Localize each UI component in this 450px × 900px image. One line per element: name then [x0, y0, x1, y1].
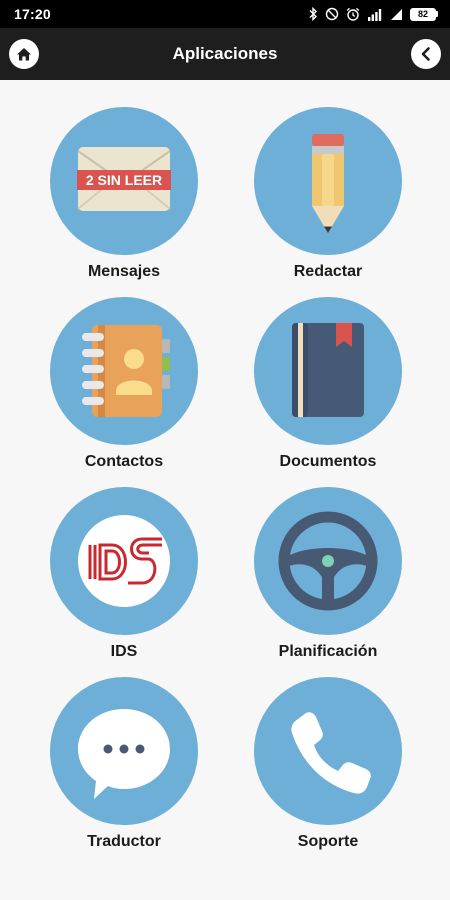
- envelope-icon: 2 SIN LEER: [77, 147, 171, 211]
- ids-logo-icon: [78, 515, 170, 607]
- icon-circle: [50, 297, 198, 445]
- app-tile-redactar[interactable]: Redactar: [228, 80, 428, 280]
- icon-circle: 2 SIN LEER: [50, 107, 198, 255]
- back-button[interactable]: [411, 39, 441, 69]
- icon-circle: [254, 487, 402, 635]
- battery-icon: 82: [410, 7, 438, 21]
- status-bar: 17:20 82: [0, 0, 450, 28]
- home-icon: [17, 48, 31, 61]
- pencil-icon: [312, 134, 344, 233]
- address-book-icon: [82, 325, 170, 417]
- app-tile-traductor[interactable]: Traductor: [24, 650, 224, 850]
- icon-circle: [50, 677, 198, 825]
- chevron-left-icon: [421, 47, 430, 61]
- no-disturb-icon: [325, 7, 339, 21]
- chat-bubble-icon: [78, 709, 170, 799]
- app-tile-contactos[interactable]: Contactos: [24, 270, 224, 470]
- icon-circle: [254, 677, 402, 825]
- app-bar: Aplicaciones: [0, 28, 450, 80]
- app-label: Traductor: [87, 833, 161, 850]
- app-tile-mensajes[interactable]: 2 SIN LEER Mensajes: [24, 80, 224, 280]
- status-icons: 82: [308, 7, 438, 21]
- app-label: Soporte: [297, 833, 359, 850]
- icon-circle: [254, 107, 402, 255]
- bluetooth-icon: [309, 7, 317, 21]
- icon-circle: [254, 297, 402, 445]
- icon-circle: [50, 487, 198, 635]
- app-tile-soporte[interactable]: Soporte: [228, 650, 428, 850]
- status-time: 17:20: [14, 6, 51, 22]
- unread-badge: 2 SIN LEER: [86, 172, 162, 188]
- steering-wheel-icon: [278, 511, 378, 611]
- app-tile-documentos[interactable]: Documentos: [228, 270, 428, 470]
- signal-icon: [368, 8, 382, 21]
- alarm-icon: [346, 7, 360, 21]
- page-title: Aplicaciones: [172, 44, 278, 63]
- notebook-icon: [292, 323, 364, 417]
- app-tile-planificacion[interactable]: Planificación: [228, 460, 428, 660]
- home-button[interactable]: [9, 39, 39, 69]
- signal-icon-2: [391, 8, 402, 20]
- battery-level: 82: [417, 8, 428, 19]
- app-tile-ids[interactable]: IDS: [24, 460, 224, 660]
- phone-icon: [291, 712, 371, 794]
